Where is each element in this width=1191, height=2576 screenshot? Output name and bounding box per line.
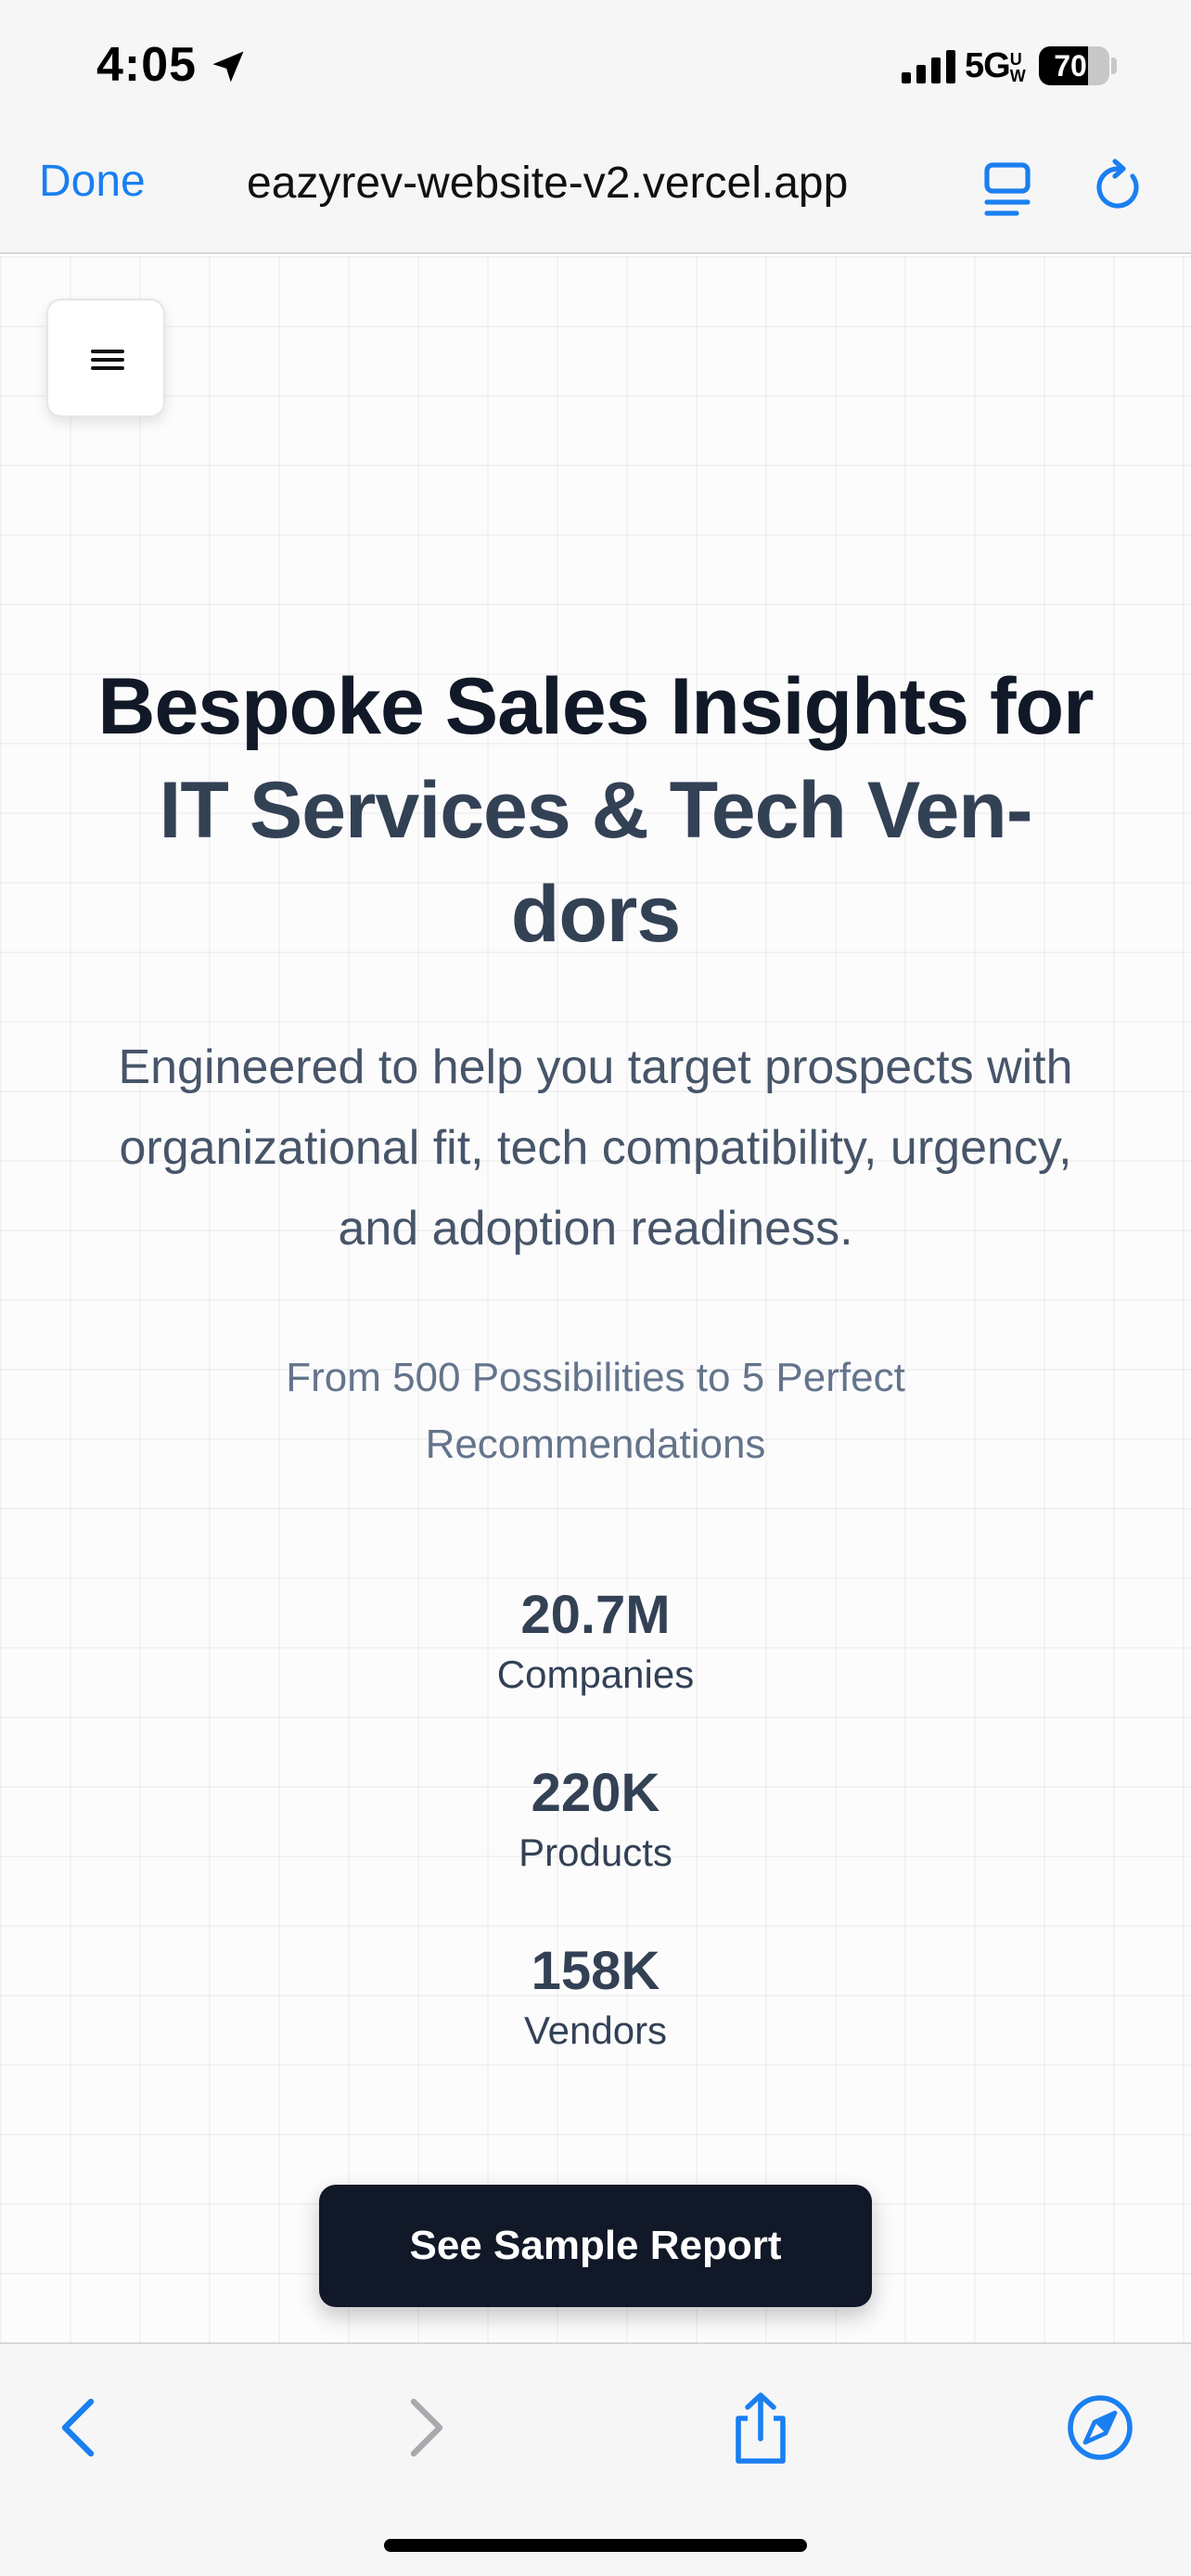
done-button[interactable]: Done xyxy=(39,156,146,207)
stat-label: Products xyxy=(519,1830,672,1874)
network-type: 5GUW xyxy=(965,46,1029,86)
stat-label: Vendors xyxy=(523,2009,668,2052)
stat-companies: 20.7M Companies xyxy=(317,1582,874,1701)
hamburger-icon-line xyxy=(91,358,124,362)
hero-subtitle: Engineered to help you target prospects … xyxy=(118,1040,1073,1256)
hero-title-line-1: Bespoke Sales Insights for xyxy=(97,662,1094,751)
web-page: Bespoke Sales Insights for IT Services &… xyxy=(0,256,1191,2342)
chevron-left-icon[interactable] xyxy=(43,2391,117,2465)
browser-top-bar: Done eazyrev-website-v2.vercel.app xyxy=(0,130,1191,254)
cellular-signal-icon xyxy=(902,50,955,83)
chevron-right-icon[interactable] xyxy=(388,2391,462,2465)
location-arrow-icon xyxy=(212,51,244,83)
stat-value: 20.7M xyxy=(520,1585,671,1645)
url-display[interactable]: eazyrev-website-v2.vercel.app xyxy=(247,158,942,209)
stat-value: 158K xyxy=(531,1941,660,2001)
share-icon[interactable] xyxy=(724,2391,798,2468)
hero-title-line-3: dors xyxy=(510,870,681,959)
home-indicator xyxy=(384,2539,807,2552)
hamburger-icon-line xyxy=(91,350,124,353)
hamburger-menu-button[interactable] xyxy=(46,299,165,417)
status-time: 4:05 xyxy=(96,38,198,92)
stat-value: 220K xyxy=(531,1763,660,1823)
hamburger-icon-line xyxy=(91,366,124,370)
reload-icon[interactable] xyxy=(1091,158,1146,217)
network-suffix: UW xyxy=(1009,49,1026,85)
stat-products: 220K Products xyxy=(317,1760,874,1879)
battery-level: 70 xyxy=(1054,49,1087,83)
hero-tagline: From 500 Possibilities to 5 Perfect Reco… xyxy=(286,1355,905,1467)
compass-icon[interactable] xyxy=(1063,2391,1137,2465)
reader-mode-icon[interactable] xyxy=(981,159,1033,219)
stat-vendors: 158K Vendors xyxy=(317,1938,874,2057)
status-bar: 4:05 5GUW 70 xyxy=(0,0,1191,130)
hero-title-line-2: IT Services & Tech Ven- xyxy=(159,766,1033,855)
battery-nub xyxy=(1111,57,1117,74)
see-sample-report-button[interactable]: See Sample Report xyxy=(319,2185,872,2307)
battery-icon: 70 xyxy=(1039,46,1109,85)
hero-title: Bespoke Sales Insights for IT Services &… xyxy=(37,655,1154,966)
stat-label: Companies xyxy=(496,1652,695,1696)
